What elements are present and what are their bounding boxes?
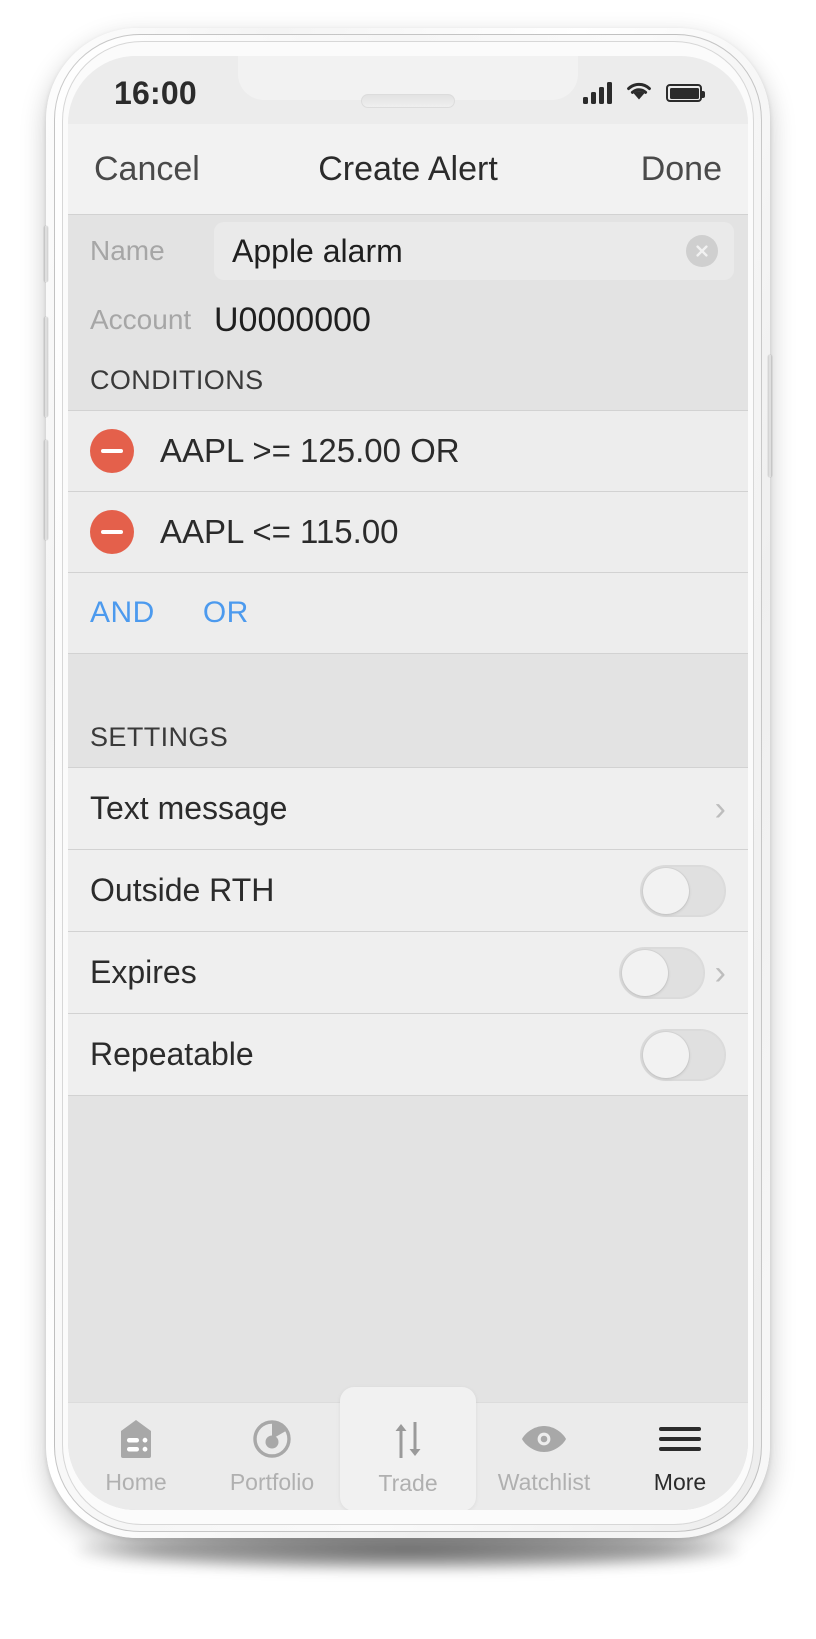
tab-more[interactable]: More [612, 1403, 748, 1510]
home-icon [116, 1417, 156, 1461]
settings-section-header: SETTINGS [68, 710, 748, 767]
setting-row-text-message[interactable]: Text message › [68, 768, 748, 849]
condition-row[interactable]: AAPL >= 125.00 OR [68, 411, 748, 491]
and-button[interactable]: AND [90, 596, 155, 630]
tab-bar: Home Portfolio Trade Watchlist More [68, 1387, 748, 1510]
tab-portfolio[interactable]: Portfolio [204, 1403, 340, 1510]
screenshot-root: 16:00 Cancel Create Alert Done Name Appl… [0, 0, 816, 1639]
setting-row-outside-rth[interactable]: Outside RTH [68, 850, 748, 931]
conditions-section-header: CONDITIONS [68, 353, 748, 410]
or-button[interactable]: OR [203, 596, 249, 630]
condition-text: AAPL >= 125.00 OR [160, 432, 460, 469]
chevron-right-icon: › [714, 953, 726, 992]
page-title: Create Alert [318, 149, 498, 188]
volume-down-button[interactable] [44, 440, 48, 540]
section-gap [68, 654, 748, 710]
status-bar-icons [583, 80, 705, 106]
tab-label: More [653, 1469, 707, 1495]
phone-screen: 16:00 Cancel Create Alert Done Name Appl… [68, 56, 748, 1510]
account-label: Account [90, 304, 192, 335]
outside-rth-toggle[interactable] [640, 864, 726, 917]
tab-watchlist[interactable]: Watchlist [476, 1403, 612, 1510]
navigation-bar: Cancel Create Alert Done [68, 124, 748, 214]
volume-up-button[interactable] [44, 317, 48, 417]
minus-circle-icon[interactable] [90, 510, 134, 554]
logic-operator-row: AND OR [68, 573, 748, 653]
power-button[interactable] [768, 355, 772, 477]
minus-circle-icon[interactable] [90, 429, 134, 473]
cellular-signal-icon [583, 82, 612, 104]
name-row: Name Apple alarm [68, 215, 748, 287]
form-content: Name Apple alarm Account U0000000 CONDIT… [68, 214, 748, 1510]
setting-label: Outside RTH [90, 872, 275, 908]
tab-label: Home [105, 1469, 167, 1495]
hamburger-menu-icon [657, 1417, 703, 1461]
cancel-button[interactable]: Cancel [68, 150, 268, 189]
conditions-list: AAPL >= 125.00 OR AAPL <= 115.00 AND OR [68, 410, 748, 654]
condition-row[interactable]: AAPL <= 115.00 [68, 492, 748, 572]
expires-toggle[interactable] [618, 946, 705, 999]
repeatable-toggle[interactable] [640, 1028, 726, 1081]
account-value: U0000000 [214, 300, 371, 339]
eye-icon [520, 1417, 568, 1461]
account-row[interactable]: Account U0000000 [68, 287, 748, 353]
wifi-icon [625, 80, 653, 106]
setting-row-expires[interactable]: Expires › [68, 932, 748, 1013]
name-input[interactable]: Apple alarm [214, 222, 734, 280]
tab-trade[interactable]: Trade [340, 1387, 476, 1510]
silent-switch-button[interactable] [44, 226, 48, 282]
setting-label: Repeatable [90, 1036, 254, 1072]
setting-row-repeatable[interactable]: Repeatable [68, 1014, 748, 1095]
portfolio-icon [251, 1417, 293, 1461]
condition-text: AAPL <= 115.00 [160, 513, 399, 550]
setting-label: Text message [90, 790, 288, 826]
alert-details-group: Name Apple alarm Account U0000000 [68, 215, 748, 353]
name-input-value[interactable]: Apple alarm [232, 233, 686, 270]
tab-label: Portfolio [229, 1469, 315, 1495]
status-bar: 16:00 [68, 56, 748, 124]
setting-label: Expires [90, 954, 197, 990]
chevron-right-icon: › [714, 789, 726, 828]
battery-full-icon [666, 84, 705, 102]
tab-label: Trade [378, 1470, 438, 1496]
tab-home[interactable]: Home [68, 1403, 204, 1510]
done-button[interactable]: Done [548, 150, 748, 189]
trade-arrows-icon [384, 1418, 432, 1462]
settings-list: Text message › Outside RTH Expires › Rep… [68, 768, 748, 1096]
name-label: Name [90, 235, 165, 266]
clear-circle-icon[interactable] [686, 235, 718, 267]
tab-label: Watchlist [497, 1469, 591, 1495]
empty-area [68, 1096, 748, 1436]
status-bar-clock: 16:00 [114, 74, 197, 111]
